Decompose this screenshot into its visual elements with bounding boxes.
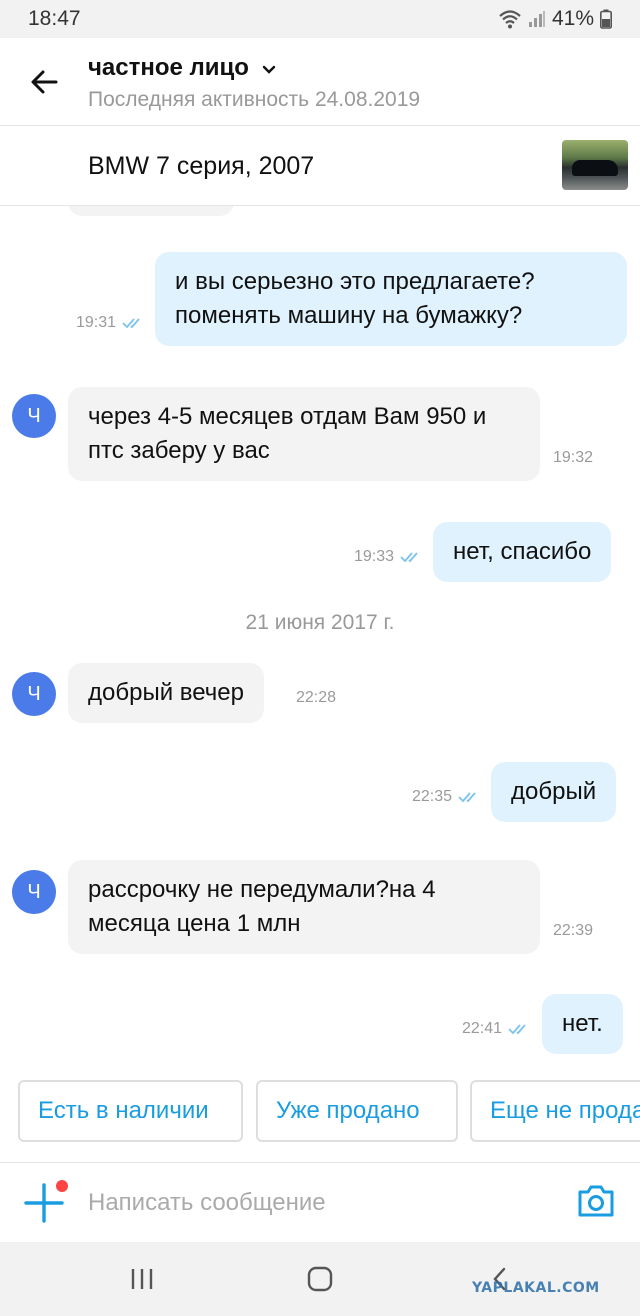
quick-reply-not-sold[interactable]: Еще не продано (470, 1080, 640, 1142)
listing-title: BMW 7 серия, 2007 (88, 152, 315, 180)
home-icon (307, 1266, 333, 1292)
date-separator: 21 июня 2017 г. (245, 611, 395, 634)
quick-reply-sold[interactable]: Уже продано (256, 1080, 458, 1142)
status-bar: 18:47 41% (0, 0, 640, 38)
avatar: Ч (12, 672, 56, 716)
message-bubble-incoming[interactable]: добрый вечер (68, 663, 264, 723)
home-button[interactable] (300, 1264, 340, 1294)
watermark: YAPLAKAL.COM (472, 1280, 600, 1296)
contact-name[interactable]: частное лицо (88, 54, 249, 82)
arrow-left-icon (31, 70, 58, 94)
signal-icon (528, 10, 546, 28)
double-check-icon (122, 318, 140, 329)
double-check-icon (400, 552, 418, 563)
double-check-icon (458, 792, 476, 803)
status-time: 18:47 (28, 7, 81, 30)
wifi-icon (498, 9, 522, 29)
message-input[interactable] (88, 1181, 548, 1225)
system-nav-bar (0, 1242, 640, 1316)
camera-button[interactable] (576, 1183, 616, 1223)
message-time: 22:28 (296, 689, 337, 706)
listing-thumbnail[interactable] (562, 140, 628, 190)
last-seen-status: Последняя активность 24.08.2019 (88, 88, 421, 111)
message-bubble-outgoing[interactable]: нет. (542, 994, 623, 1054)
avatar: Ч (12, 870, 56, 914)
chevron-down-icon[interactable] (262, 62, 276, 80)
message-composer (0, 1162, 640, 1242)
message-time: 19:32 (553, 449, 594, 466)
avatar: Ч (12, 394, 56, 438)
message-time: 22:39 (553, 922, 594, 939)
message-bubble-incoming[interactable]: через 4-5 месяцев отдам Вам 950 и птс за… (68, 387, 540, 481)
notification-dot (56, 1180, 68, 1192)
chat-header: частное лицо Последняя активность 24.08.… (0, 38, 640, 126)
message-bubble-outgoing[interactable]: добрый (491, 762, 617, 822)
battery-percent: 41% (551, 7, 594, 30)
recent-apps-button[interactable] (122, 1264, 162, 1294)
back-button[interactable] (22, 60, 66, 104)
listing-bar[interactable]: BMW 7 серия, 2007 (0, 126, 640, 206)
message-list[interactable]: 19:31 и вы серьезно это предлагаете? пом… (0, 206, 640, 1072)
quick-replies: Есть в наличии Уже продано Еще не продан… (0, 1078, 640, 1146)
message-bubble-partial (68, 206, 234, 216)
message-time: 19:33 (354, 548, 422, 566)
message-time: 22:35 (412, 788, 480, 806)
message-time: 22:41 (462, 1020, 530, 1038)
message-time: 19:31 (76, 314, 144, 332)
double-check-icon (508, 1024, 526, 1035)
recent-apps-icon (131, 1269, 153, 1289)
message-bubble-incoming[interactable]: рассрочку не передумали?на 4 месяца цена… (68, 860, 540, 954)
camera-icon (578, 1185, 614, 1217)
battery-icon (600, 9, 612, 29)
message-bubble-outgoing[interactable]: нет, спасибо (433, 522, 612, 582)
message-bubble-outgoing[interactable]: и вы серьезно это предлагаете? поменять … (155, 252, 627, 346)
quick-reply-in-stock[interactable]: Есть в наличии (18, 1080, 243, 1142)
